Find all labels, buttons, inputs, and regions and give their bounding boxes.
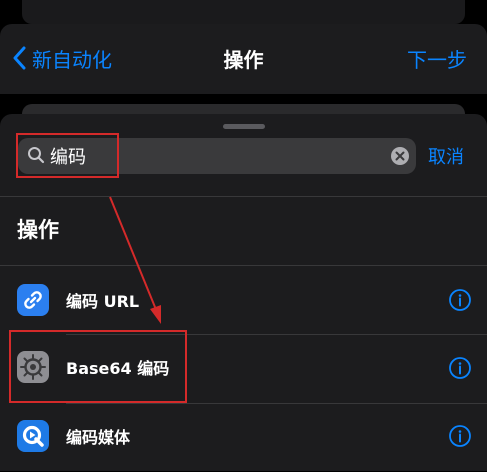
back-button-label: 新自动化 — [32, 47, 112, 72]
annotation-box-base64 — [9, 330, 187, 403]
action-label: 编码 URL — [66, 292, 140, 311]
clear-icon[interactable] — [391, 147, 409, 165]
next-button[interactable]: 下一步 — [407, 36, 467, 80]
action-label: 编码媒体 — [66, 428, 131, 447]
info-icon[interactable] — [448, 356, 472, 380]
action-row-encode-url[interactable]: 编码 URL — [0, 266, 487, 334]
cancel-button[interactable]: 取消 — [428, 138, 464, 174]
chevron-left-icon — [13, 46, 26, 70]
background-sheet — [22, 0, 465, 24]
annotation-box-search — [16, 133, 119, 178]
quicktime-icon — [17, 420, 49, 452]
divider — [0, 196, 487, 197]
info-icon[interactable] — [448, 424, 472, 448]
sheet-grabber[interactable] — [223, 124, 265, 129]
info-icon[interactable] — [448, 288, 472, 312]
section-title: 操作 — [17, 218, 59, 242]
action-row-encode-media[interactable]: 编码媒体 — [0, 404, 487, 472]
link-icon — [17, 284, 49, 316]
back-button[interactable]: 新自动化 — [12, 36, 112, 80]
